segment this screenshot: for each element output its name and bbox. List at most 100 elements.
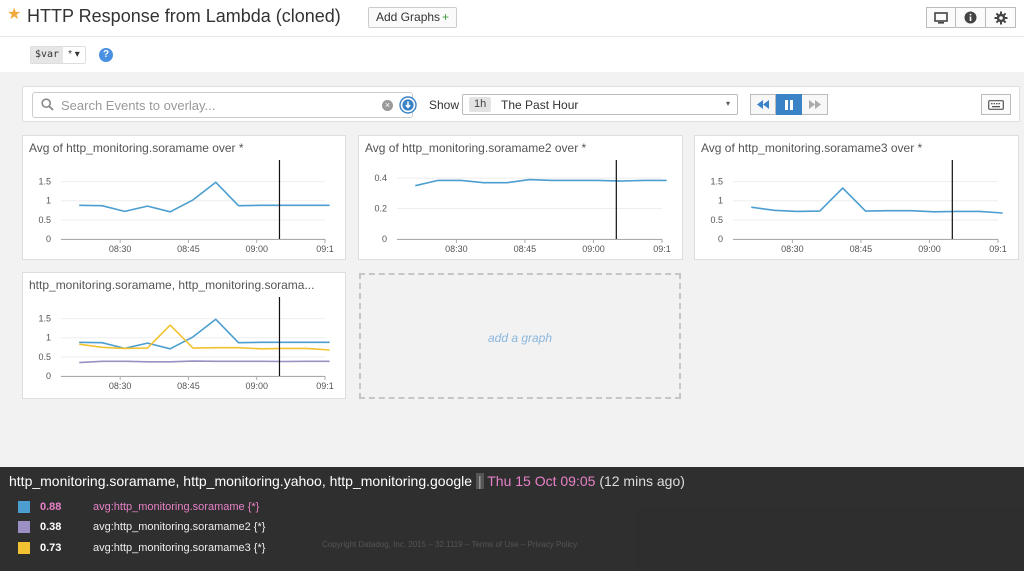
template-variable-value[interactable]: * ▾ (63, 47, 85, 63)
series-color-swatch (18, 501, 30, 513)
footer: Copyright Datadog, Inc. 2015 – 32.1119 –… (322, 540, 577, 549)
y-tick-label: 1.5 (38, 314, 51, 324)
x-tick-label: 09:1 (653, 244, 671, 254)
tooltip-row: 0.73 avg:http_monitoring.soramame3 {*} (18, 542, 265, 554)
overlay-events-icon[interactable] (399, 96, 417, 114)
rewind-icon (757, 100, 769, 109)
event-search-input[interactable] (61, 96, 371, 114)
tooltip-separator: | (475, 473, 484, 489)
x-tick-label: 08:30 (781, 244, 804, 254)
add-graph-label: add a graph (487, 331, 553, 345)
y-tick-label: 0.4 (374, 173, 387, 183)
monitor-icon (934, 11, 948, 24)
fast-forward-button[interactable] (802, 94, 828, 115)
template-variables-bar: $var * ▾ ? (0, 36, 1024, 72)
tooltip-value: 0.38 (40, 521, 62, 533)
add-graph-placeholder[interactable]: add a graph (359, 273, 681, 399)
x-tick-label: 09:00 (245, 244, 268, 254)
graph-hover-tooltip: http_monitoring.soramame, http_monitorin… (0, 467, 1024, 571)
tooltip-relative-time: (12 mins ago) (599, 473, 685, 489)
series-color-swatch (18, 521, 30, 533)
series-line (415, 178, 667, 187)
series-line (79, 360, 330, 364)
clear-icon[interactable]: × (382, 100, 393, 111)
x-tick-label: 08:30 (109, 381, 132, 391)
y-tick-label: 1 (718, 196, 723, 206)
tooltip-series-name: avg:http_monitoring.soramame2 {*} (93, 521, 266, 533)
add-graphs-label: Add Graphs (376, 10, 441, 24)
x-tick-label: 09:1 (989, 244, 1007, 254)
tooltip-series-name: avg:http_monitoring.soramame {*} (93, 501, 260, 513)
x-tick-label: 09:00 (918, 244, 941, 254)
tooltip-value: 0.88 (40, 501, 62, 513)
controls-bar: × Show 1h The Past Hour ▾ (22, 86, 1020, 122)
line-chart[interactable]: 1.5 1 0.5 0 08:30 08:45 09:00 09:1 (695, 136, 1020, 261)
template-variable-selector[interactable]: $var * ▾ (30, 46, 86, 64)
dashboard-tools (926, 7, 1016, 28)
plus-icon: + (442, 10, 450, 24)
rewind-button[interactable] (750, 94, 776, 115)
series-color-swatch (18, 542, 30, 554)
info-icon (964, 11, 977, 24)
graph-widget-soramame3[interactable]: Avg of http_monitoring.soramame3 over * … (694, 135, 1019, 260)
y-tick-label: 0 (46, 234, 51, 244)
line-chart[interactable]: 1.5 1 0.5 0 08:30 08:45 09:00 09:1 (23, 136, 347, 261)
copyright-text: Copyright Datadog, Inc. 2015 – 32.1119 – (322, 540, 470, 549)
x-tick-label: 08:45 (177, 381, 200, 391)
star-icon[interactable]: ★ (7, 7, 21, 23)
line-chart[interactable]: 1.5 1 0.5 0 08:30 08:45 09:00 09:1 (23, 273, 347, 400)
tooltip-value: 0.73 (40, 542, 62, 554)
y-tick-label: 1 (46, 196, 51, 206)
search-icon (41, 98, 54, 111)
y-tick-label: 0.5 (38, 352, 51, 362)
y-tick-label: 0 (46, 371, 51, 381)
x-tick-label: 08:45 (177, 244, 200, 254)
graph-widget-soramame2[interactable]: Avg of http_monitoring.soramame2 over * … (358, 135, 683, 260)
y-tick-label: 0 (382, 234, 387, 244)
tooltip-series-name: avg:http_monitoring.soramame3 {*} (93, 542, 266, 554)
show-label: Show (429, 98, 460, 112)
tv-mode-button[interactable] (926, 7, 956, 28)
dashboard-header: ★ HTTP Response from Lambda (cloned) Add… (0, 0, 1024, 36)
y-tick-label: 1 (46, 333, 51, 343)
chevron-down-icon: ▾ (726, 99, 731, 108)
graph-widget-soramame[interactable]: Avg of http_monitoring.soramame over * 1… (22, 135, 346, 260)
gear-icon (994, 11, 1007, 24)
event-search-box: × (32, 92, 417, 118)
series-line (79, 318, 330, 350)
page-title[interactable]: HTTP Response from Lambda (cloned) (27, 6, 341, 27)
add-graphs-button[interactable]: Add Graphs + (368, 7, 458, 28)
keyboard-icon (988, 99, 1004, 110)
x-tick-label: 08:45 (850, 244, 873, 254)
series-line (79, 181, 330, 213)
keyboard-shortcuts-button[interactable] (981, 94, 1011, 115)
footer-dash: – (520, 540, 526, 549)
timeframe-tag: 1h (469, 97, 492, 112)
y-tick-label: 0.5 (710, 215, 723, 225)
y-tick-label: 0 (718, 234, 723, 244)
timeframe-value: The Past Hour (501, 98, 579, 112)
help-icon[interactable]: ? (99, 48, 113, 62)
x-tick-label: 08:30 (109, 244, 132, 254)
x-tick-label: 09:1 (316, 381, 334, 391)
x-tick-label: 09:00 (245, 381, 268, 391)
tooltip-metrics: http_monitoring.soramame, http_monitorin… (9, 473, 473, 489)
graph-widget-combined[interactable]: http_monitoring.soramame, http_monitorin… (22, 272, 346, 399)
y-tick-label: 0.2 (374, 204, 387, 214)
playback-controls (750, 94, 828, 115)
line-chart[interactable]: 0.4 0.2 0 08:30 08:45 09:00 09:1 (359, 136, 684, 261)
timeframe-select[interactable]: 1h The Past Hour ▾ (462, 94, 738, 115)
privacy-link[interactable]: Privacy Policy (528, 540, 578, 549)
template-variable-name: $var (31, 47, 64, 63)
x-tick-label: 08:45 (514, 244, 537, 254)
settings-button[interactable] (986, 7, 1016, 28)
x-tick-label: 08:30 (445, 244, 468, 254)
terms-link[interactable]: Terms of Use (471, 540, 518, 549)
y-tick-label: 1.5 (38, 177, 51, 187)
tooltip-time: Thu 15 Oct 09:05 (487, 473, 596, 489)
pause-icon (784, 99, 793, 110)
x-tick-label: 09:1 (316, 244, 334, 254)
pause-button[interactable] (776, 94, 802, 115)
y-tick-label: 1.5 (710, 177, 723, 187)
info-button[interactable] (956, 7, 986, 28)
